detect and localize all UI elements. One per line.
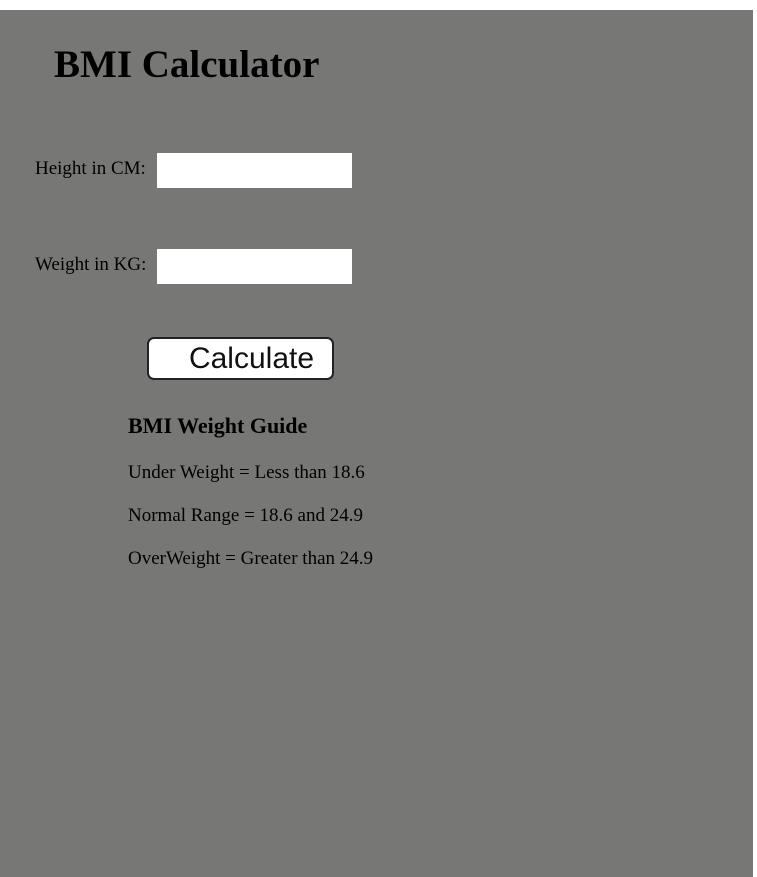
guide-title: BMI Weight Guide bbox=[128, 413, 308, 438]
page-title: BMI Calculator bbox=[54, 43, 320, 86]
height-label: Height in CM: bbox=[35, 158, 146, 179]
weight-input[interactable] bbox=[157, 249, 352, 284]
calculator-panel: BMI Calculator Height in CM: Weight in K… bbox=[0, 10, 753, 877]
guide-line-underweight: Under Weight = Less than 18.6 bbox=[128, 462, 365, 483]
height-input[interactable] bbox=[157, 153, 352, 188]
guide-line-normal: Normal Range = 18.6 and 24.9 bbox=[128, 505, 363, 526]
calculate-button[interactable]: Calculate bbox=[147, 337, 334, 380]
weight-label: Weight in KG: bbox=[35, 254, 147, 275]
guide-line-overweight: OverWeight = Greater than 24.9 bbox=[128, 548, 374, 569]
